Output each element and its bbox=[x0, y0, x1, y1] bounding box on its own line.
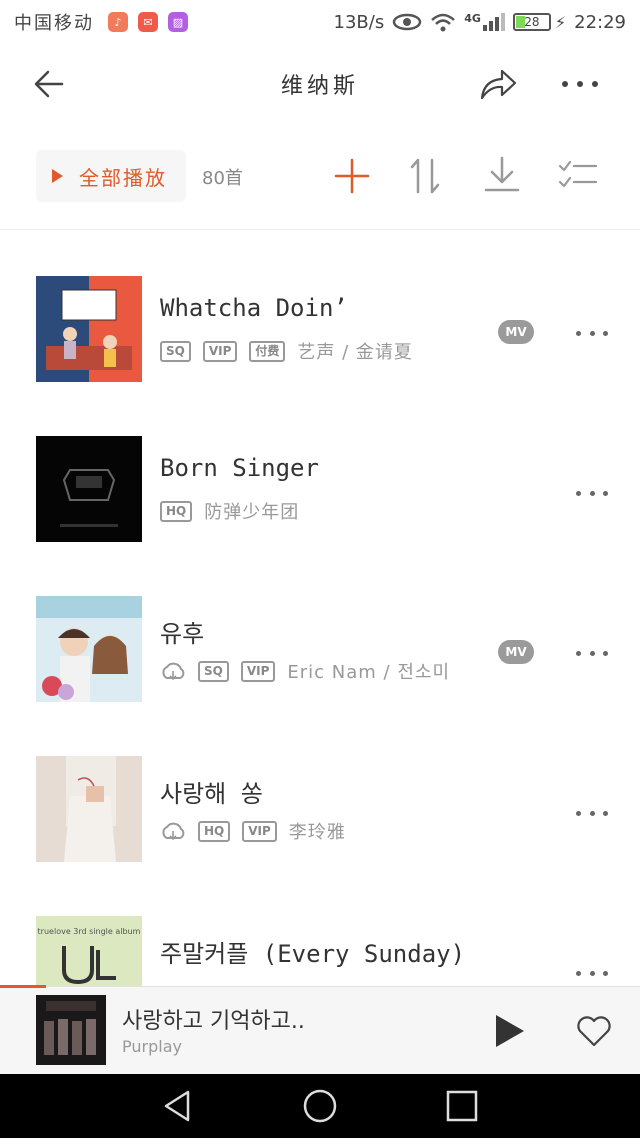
song-row[interactable]: 유후 SQ VIP Eric Nam / 전소미 MV bbox=[0, 550, 640, 710]
sort-icon[interactable] bbox=[404, 154, 448, 198]
song-artist: 李玲雅 bbox=[288, 822, 346, 843]
album-cover[interactable] bbox=[36, 436, 142, 542]
album-cover[interactable]: truelove 3rd single album bbox=[36, 916, 142, 986]
vip-tag: VIP bbox=[242, 820, 277, 842]
song-meta: HQ 防弹少年团 bbox=[160, 498, 299, 524]
song-artist: Eric Nam / 전소미 bbox=[287, 662, 450, 683]
paid-tag: 付费 bbox=[249, 340, 286, 362]
play-all-button[interactable]: 全部播放 bbox=[36, 150, 186, 202]
back-arrow-icon[interactable] bbox=[30, 64, 70, 104]
song-more-icon[interactable] bbox=[576, 648, 608, 658]
network-type: 4G bbox=[464, 11, 481, 25]
song-row[interactable]: Whatcha Doin’ SQ VIP 付费 艺声 / 金请夏 MV bbox=[0, 230, 640, 390]
notification-icons: ♪ ✉ ▨ bbox=[108, 12, 188, 32]
multi-select-icon[interactable] bbox=[556, 154, 600, 198]
gallery-notification-icon: ▨ bbox=[168, 12, 188, 32]
album-cover[interactable] bbox=[36, 756, 142, 862]
song-more-icon[interactable] bbox=[576, 488, 608, 498]
mini-player[interactable]: 사랑하고 기억하고.. Purplay bbox=[0, 985, 640, 1074]
album-cover[interactable] bbox=[36, 596, 142, 702]
download-icon[interactable] bbox=[480, 154, 524, 198]
now-playing-title: 사랑하고 기억하고.. bbox=[122, 1009, 305, 1034]
song-row[interactable]: truelove 3rd single album 주말커플 (Every Su… bbox=[0, 870, 640, 986]
song-title: Born Singer bbox=[160, 454, 319, 482]
wifi-icon bbox=[431, 13, 456, 32]
mail-notification-icon: ✉ bbox=[138, 12, 158, 32]
song-title: 사랑해 쏭 bbox=[160, 780, 263, 808]
playback-progress bbox=[0, 985, 46, 988]
vip-tag: VIP bbox=[202, 340, 238, 362]
mv-button[interactable]: MV bbox=[498, 320, 534, 344]
svg-text:truelove 3rd single album: truelove 3rd single album bbox=[38, 927, 141, 936]
now-playing-artist: Purplay bbox=[122, 1037, 182, 1056]
eye-icon bbox=[392, 13, 422, 31]
carrier-label: 中国移动 bbox=[14, 13, 94, 34]
album-cover[interactable] bbox=[36, 276, 142, 382]
page-title: 维纳斯 bbox=[280, 74, 359, 99]
add-icon[interactable] bbox=[330, 154, 374, 198]
cloud-icon bbox=[162, 662, 185, 681]
system-navigation-bar bbox=[0, 1074, 640, 1138]
nav-back-icon[interactable] bbox=[160, 1088, 196, 1124]
song-artist: 防弹少年团 bbox=[204, 502, 300, 523]
now-playing-cover[interactable] bbox=[36, 995, 106, 1065]
nav-home-icon[interactable] bbox=[302, 1088, 338, 1124]
song-count: 80首 bbox=[202, 168, 243, 189]
battery-icon: 28 bbox=[512, 13, 551, 31]
song-title: 주말커플 (Every Sunday) bbox=[160, 940, 466, 968]
quality-tag: HQ bbox=[198, 820, 231, 842]
song-more-icon[interactable] bbox=[576, 328, 608, 338]
play-all-label: 全部播放 bbox=[79, 165, 167, 190]
vip-tag: VIP bbox=[240, 660, 276, 682]
mv-button[interactable]: MV bbox=[498, 640, 534, 664]
signal-icon bbox=[482, 13, 505, 31]
song-more-icon[interactable] bbox=[576, 808, 608, 818]
song-list: Whatcha Doin’ SQ VIP 付费 艺声 / 金请夏 MV Born… bbox=[0, 230, 640, 986]
song-meta: SQ VIP 付费 艺声 / 金请夏 bbox=[160, 338, 413, 364]
cloud-icon bbox=[162, 822, 185, 841]
song-row[interactable]: Born Singer HQ 防弹少年团 bbox=[0, 390, 640, 550]
app-notification-icon: ♪ bbox=[108, 12, 128, 32]
song-title: Whatcha Doin’ bbox=[160, 294, 348, 322]
song-meta: HQ VIP 李玲雅 bbox=[160, 818, 346, 844]
network-speed: 13B/s bbox=[333, 11, 385, 33]
battery-level: 28 bbox=[524, 15, 540, 29]
charging-icon: ⚡ bbox=[554, 12, 567, 32]
quality-tag: SQ bbox=[160, 340, 191, 362]
more-options-icon[interactable] bbox=[558, 66, 602, 102]
playlist-toolbar: 全部播放 80首 bbox=[0, 124, 640, 230]
song-artist: 艺声 / 金请夏 bbox=[297, 342, 413, 363]
song-meta: SQ VIP Eric Nam / 전소미 bbox=[160, 658, 450, 684]
song-row[interactable]: 사랑해 쏭 HQ VIP 李玲雅 bbox=[0, 710, 640, 870]
play-icon bbox=[52, 169, 63, 183]
heart-icon[interactable] bbox=[574, 1013, 614, 1049]
play-button-icon[interactable] bbox=[492, 1013, 526, 1049]
quality-tag: HQ bbox=[160, 500, 193, 522]
nav-recents-icon[interactable] bbox=[444, 1088, 480, 1124]
song-more-icon[interactable] bbox=[576, 968, 608, 978]
header: 维纳斯 bbox=[0, 44, 640, 124]
share-icon[interactable] bbox=[478, 66, 518, 102]
quality-tag: SQ bbox=[198, 660, 229, 682]
song-title: 유후 bbox=[160, 620, 205, 648]
clock: 22:29 bbox=[574, 11, 626, 33]
status-right: 13B/s 4G 28 ⚡ 22:29 bbox=[334, 12, 627, 33]
status-bar: 中国移动 ♪ ✉ ▨ 13B/s 4G 28 ⚡ 22:29 bbox=[0, 0, 640, 44]
